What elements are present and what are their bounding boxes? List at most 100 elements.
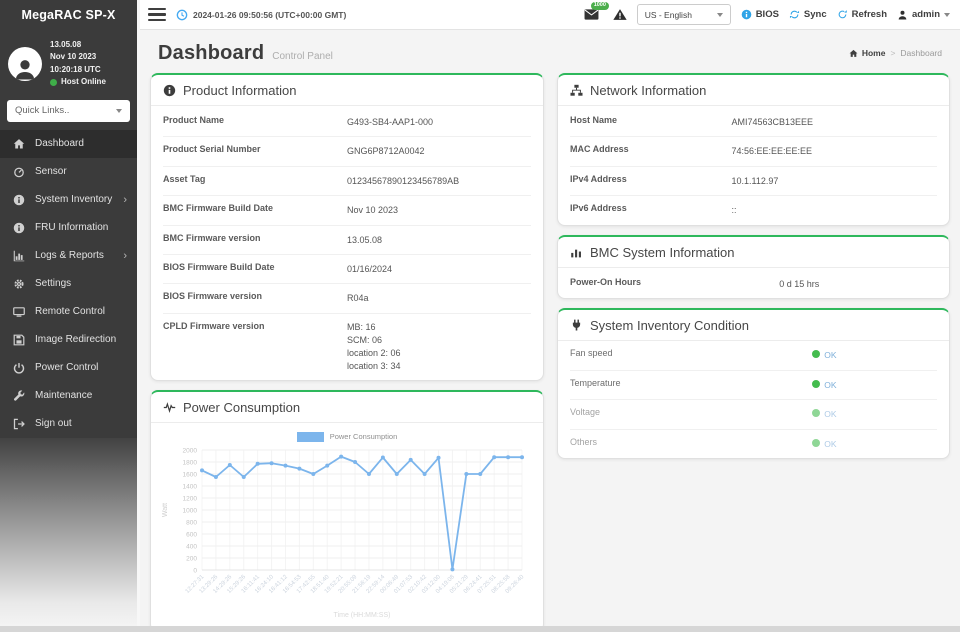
network-information-panel: Network Information Host NameAMI74563CB1…	[557, 73, 950, 226]
status-ok-dot	[812, 439, 820, 447]
page-header: Dashboard Control Panel Home > Dashboard	[148, 30, 952, 71]
table-row: TemperatureOK	[570, 371, 937, 401]
status-ok-dot	[812, 409, 820, 417]
sidebar-item-fru-information[interactable]: FRU Information	[0, 214, 137, 242]
alerts-button[interactable]	[613, 8, 627, 21]
power-consumption-chart: 020040060080010001200140016001800200012:…	[151, 444, 543, 631]
table-row: IPv4 Address10.1.112.97	[570, 167, 937, 196]
breadcrumb-home[interactable]: Home	[849, 48, 886, 58]
bmc-info-table: Power-On Hours0 d 15 hrs	[558, 268, 949, 298]
sidebar-item-label: Remote Control	[35, 306, 105, 317]
main-content: Dashboard Control Panel Home > Dashboard…	[140, 30, 960, 632]
page-title: Dashboard	[158, 42, 264, 65]
row-value: OK	[812, 437, 836, 452]
sidebar-divider	[137, 0, 140, 632]
row-value: 01/16/2024	[347, 262, 392, 276]
sidebar-item-power-control[interactable]: Power Control	[0, 354, 137, 382]
row-label: IPv4 Address	[570, 174, 731, 184]
row-label: BIOS Firmware Build Date	[163, 262, 347, 272]
svg-text:1600: 1600	[183, 471, 198, 478]
sidebar-item-label: Power Control	[35, 362, 98, 373]
sidebar-item-image-redirection[interactable]: Image Redirection	[0, 326, 137, 354]
row-label: Voltage	[570, 407, 812, 417]
sidebar-item-settings[interactable]: Settings	[0, 270, 137, 298]
breadcrumb-separator: >	[890, 48, 895, 58]
table-row: MAC Address74:56:EE:EE:EE:EE	[570, 137, 937, 166]
chart-legend: Power Consumption	[151, 423, 543, 444]
sidebar-item-dashboard[interactable]: Dashboard	[0, 130, 137, 158]
sidebar-item-remote-control[interactable]: Remote Control	[0, 298, 137, 326]
panel-title: BMC System Information	[558, 237, 949, 268]
bios-button[interactable]: BIOS	[741, 9, 779, 20]
chevron-right-icon: ›	[123, 194, 127, 206]
legend-swatch	[297, 432, 324, 442]
svg-text:200: 200	[186, 555, 197, 562]
svg-text:1400: 1400	[183, 483, 198, 490]
sidebar: MegaRAC SP-X 13.05.08 Nov 10 2023 10:20:…	[0, 0, 137, 632]
row-label: Others	[570, 437, 812, 447]
table-row: BIOS Firmware Build Date01/16/2024	[163, 255, 531, 284]
language-select[interactable]: US - English	[637, 4, 731, 25]
bios-label: BIOS	[756, 9, 779, 20]
refresh-button[interactable]: Refresh	[837, 9, 887, 20]
table-row: OthersOK	[570, 430, 937, 459]
signout-icon	[13, 418, 25, 430]
svg-text:Time (HH:MM:SS): Time (HH:MM:SS)	[334, 612, 391, 619]
row-value: R04a	[347, 291, 369, 305]
messages-button[interactable]: 1000	[584, 8, 599, 21]
legend-label: Power Consumption	[330, 432, 398, 441]
sidebar-item-maintenance[interactable]: Maintenance	[0, 382, 137, 410]
row-value: 10.1.112.97	[731, 174, 778, 188]
row-label: Product Serial Number	[163, 144, 347, 154]
power-icon	[13, 362, 25, 374]
row-value: OK	[812, 407, 836, 422]
row-value: Nov 10 2023	[347, 203, 398, 217]
table-row: Product NameG493-SB4-AAP1-000	[163, 108, 531, 137]
monitor-icon	[13, 306, 25, 318]
topbar: 2024-01-26 09:50:56 (UTC+00:00 GMT) 1000…	[140, 0, 960, 30]
svg-text:0: 0	[193, 567, 197, 574]
inventory-condition-table: Fan speedOKTemperatureOKVoltageOKOthersO…	[558, 341, 949, 458]
row-value: MB: 16SCM: 06location 2: 06location 3: 3…	[347, 321, 401, 373]
language-value: US - English	[645, 10, 692, 20]
sitemap-icon	[570, 84, 583, 97]
table-row: CPLD Firmware versionMB: 16SCM: 06locati…	[163, 314, 531, 380]
clock-icon	[176, 9, 188, 21]
sidebar-item-label: Settings	[35, 278, 71, 289]
row-label: BMC Firmware version	[163, 233, 347, 243]
datetime-label: 2024-01-26 09:50:56 (UTC+00:00 GMT)	[193, 10, 346, 20]
chevron-down-icon	[944, 13, 950, 17]
chevron-down-icon	[717, 13, 723, 17]
table-row: VoltageOK	[570, 400, 937, 430]
user-menu[interactable]: admin	[897, 9, 950, 21]
sidebar-item-sensor[interactable]: Sensor	[0, 158, 137, 186]
panel-title: Power Consumption	[151, 392, 543, 423]
table-row: BMC Firmware version13.05.08	[163, 226, 531, 255]
info-circle-icon	[163, 84, 176, 97]
svg-text:800: 800	[186, 519, 197, 526]
menu-toggle-button[interactable]	[148, 6, 166, 23]
breadcrumb: Home > Dashboard	[849, 42, 942, 58]
pulse-icon	[163, 401, 176, 414]
table-row: BMC Firmware Build DateNov 10 2023	[163, 196, 531, 225]
sidebar-item-system-inventory[interactable]: System Inventory›	[0, 186, 137, 214]
svg-text:1800: 1800	[183, 459, 198, 466]
row-label: Fan speed	[570, 348, 812, 358]
disk-icon	[13, 334, 25, 346]
table-row: Product Serial NumberGNG6P8712A0042	[163, 137, 531, 166]
row-value: AMI74563CB13EEE	[731, 115, 813, 129]
horizontal-scrollbar[interactable]	[0, 626, 960, 632]
app-title: MegaRAC SP-X	[0, 0, 137, 30]
sidebar-item-label: Image Redirection	[35, 334, 116, 345]
gauge-icon	[13, 166, 25, 178]
gear-icon	[13, 278, 25, 290]
svg-text:600: 600	[186, 531, 197, 538]
bar-chart-icon	[570, 246, 583, 259]
sidebar-item-label: Dashboard	[35, 138, 84, 149]
svg-text:1200: 1200	[183, 495, 198, 502]
quick-links-select[interactable]: Quick Links..	[7, 100, 130, 122]
sidebar-item-sign-out[interactable]: Sign out	[0, 410, 137, 438]
sidebar-item-logs-reports[interactable]: Logs & Reports›	[0, 242, 137, 270]
sync-button[interactable]: Sync	[789, 9, 827, 20]
row-label: Product Name	[163, 115, 347, 125]
